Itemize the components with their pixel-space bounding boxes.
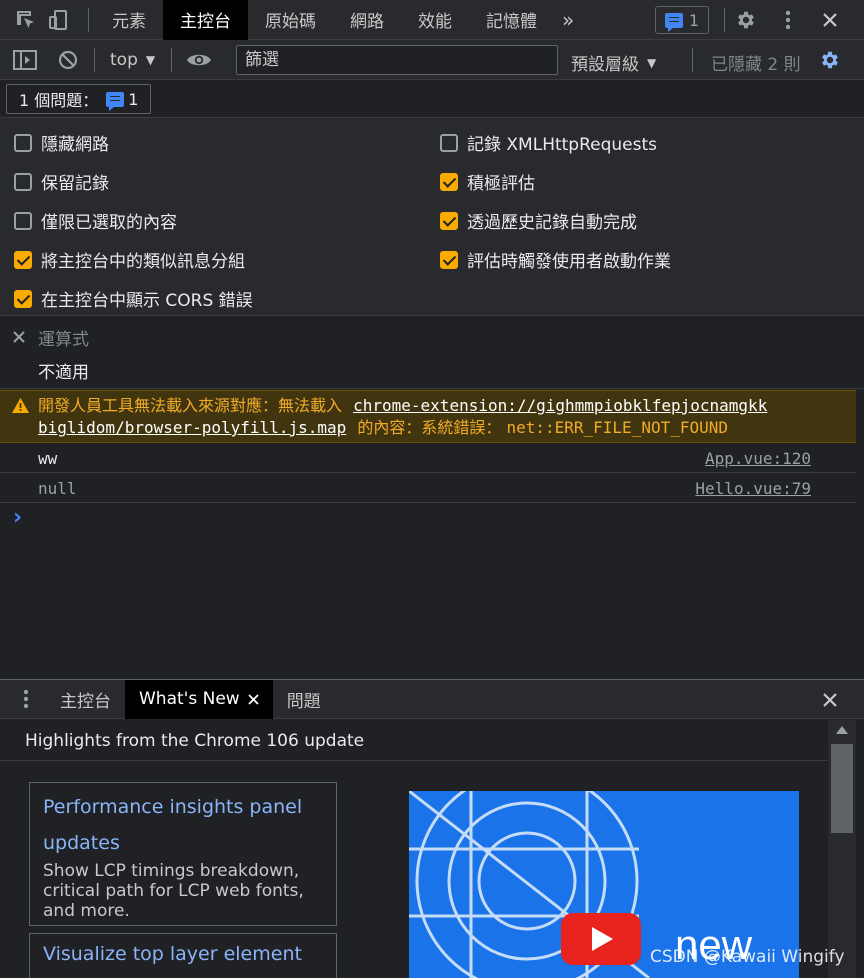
gear-icon[interactable]	[733, 8, 759, 32]
tab-sources[interactable]: 原始碼	[248, 0, 333, 40]
more-tabs-button[interactable]: »	[554, 0, 582, 40]
checkbox-label: 將主控台中的類似訊息分組	[41, 252, 245, 272]
console-warning-message: 開發人員工具無法載入來源對應：無法載入 chrome-extension://g…	[0, 390, 856, 443]
prompt-chevron-icon: ›	[13, 505, 23, 530]
drawer-tab-issues[interactable]: 問題	[273, 680, 335, 719]
kebab-menu-icon[interactable]	[776, 8, 800, 32]
drawer-tab-label: What's New	[139, 689, 240, 709]
tab-elements[interactable]: 元素	[95, 0, 163, 40]
source-map-link[interactable]: chrome-extension://gighmmpiobklfepjocnam…	[353, 396, 767, 415]
tab-console[interactable]: 主控台	[163, 0, 248, 40]
log-source-link[interactable]: Hello.vue:79	[695, 479, 811, 498]
eager-evaluation-checkbox[interactable]: 積極評估	[440, 169, 535, 194]
live-expression: 運算式 不適用	[0, 317, 864, 389]
console-log-row: ww App.vue:120	[0, 444, 856, 473]
message-icon	[664, 12, 683, 32]
log-message: ww	[38, 449, 58, 468]
inspect-element-icon[interactable]	[10, 0, 42, 40]
filter-input[interactable]	[236, 45, 558, 75]
error-code: net::ERR_FILE_NOT_FOUND	[506, 418, 729, 437]
remove-expression-icon[interactable]	[12, 330, 26, 344]
issues-label: 1 個問題：	[19, 91, 99, 110]
watermark: CSDN @Kawaii Wingify	[650, 947, 845, 967]
log-xhr-checkbox[interactable]: 記錄 XMLHttpRequests	[440, 130, 657, 155]
checkbox-label: 在主控台中顯示 CORS 錯誤	[41, 291, 253, 311]
checkbox-box[interactable]	[14, 133, 32, 152]
sidebar-toggle-icon[interactable]	[12, 49, 38, 71]
group-similar-checkbox[interactable]: 將主控台中的類似訊息分組	[14, 247, 245, 272]
checkbox-label: 積極評估	[467, 174, 535, 194]
log-levels-value: 預設層級	[571, 55, 639, 75]
drawer-menu-icon[interactable]	[6, 680, 46, 719]
issues-bar: 1 個問題： 1	[0, 80, 864, 118]
drawer-tab-console[interactable]: 主控台	[46, 680, 125, 719]
dropdown-arrow-icon: ▼	[647, 55, 657, 70]
autocomplete-history-checkbox[interactable]: 透過歷史記錄自動完成	[440, 208, 637, 233]
warning-text-mid: 的內容：系統錯誤：	[357, 418, 502, 437]
hidden-messages-count: 已隱藏 2 則	[711, 55, 801, 75]
context-selector[interactable]: top ▼	[110, 50, 155, 70]
checkbox-label: 記錄 XMLHttpRequests	[467, 135, 658, 155]
drawer-tabbar: 主控台 What's New 問題	[0, 679, 864, 719]
dropdown-arrow-icon: ▼	[145, 53, 156, 67]
feature-card-title[interactable]: Performance insights panel updates	[43, 789, 323, 861]
device-toolbar-icon[interactable]	[42, 0, 74, 40]
context-selector-value: top	[110, 50, 138, 70]
feature-card[interactable]: Performance insights panel updates Show …	[29, 782, 337, 926]
issues-counter-button[interactable]: 1	[655, 6, 709, 34]
checkbox-box[interactable]	[440, 172, 458, 191]
log-levels-dropdown[interactable]: 預設層級 ▼	[571, 50, 656, 75]
hide-network-checkbox[interactable]: 隱藏網路	[14, 130, 109, 155]
source-map-link-continued[interactable]: biglidom/browser-polyfill.js.map	[38, 418, 346, 437]
close-devtools-icon[interactable]	[818, 8, 842, 32]
issues-count: 1	[128, 89, 139, 109]
console-prompt-area[interactable]: ›	[0, 504, 856, 679]
eye-icon[interactable]	[186, 50, 212, 70]
feature-card[interactable]: Visualize top layer element in	[29, 933, 337, 978]
drawer-tab-whats-new[interactable]: What's New	[125, 679, 273, 719]
tab-memory[interactable]: 記憶體	[469, 0, 554, 40]
scrollbar-thumb[interactable]	[831, 744, 853, 833]
open-issues-button[interactable]: 1 個問題： 1	[6, 84, 152, 114]
expression-label[interactable]: 運算式	[38, 325, 89, 350]
console-log-row: null Hello.vue:79	[0, 474, 856, 503]
checkbox-box[interactable]	[440, 133, 458, 152]
selected-context-only-checkbox[interactable]: 僅限已選取的內容	[14, 208, 177, 233]
checkbox-box[interactable]	[14, 211, 32, 230]
warning-text: 開發人員工具無法載入來源對應：無法載入	[38, 396, 343, 415]
checkbox-box[interactable]	[14, 172, 32, 191]
tab-network[interactable]: 網路	[333, 0, 401, 40]
devtools-main-toolbar: 元素 主控台 原始碼 網路 效能 記憶體 » 1	[0, 0, 864, 40]
close-tab-icon[interactable]	[248, 693, 259, 705]
scroll-up-arrow-icon[interactable]	[836, 726, 848, 734]
checkbox-label: 透過歷史記錄自動完成	[467, 213, 637, 233]
checkbox-box[interactable]	[440, 250, 458, 269]
message-icon	[106, 91, 125, 111]
log-source-link[interactable]: App.vue:120	[705, 449, 811, 468]
checkbox-label: 評估時觸發使用者啟動作業	[467, 252, 671, 272]
feature-card-description: Show LCP timings breakdown, critical pat…	[43, 861, 304, 921]
expression-value: 不適用	[38, 363, 89, 383]
log-message: null	[38, 479, 77, 498]
console-settings-pane: 隱藏網路 保留記錄 僅限已選取的內容 將主控台中的類似訊息分組 在主控台中顯示 …	[0, 118, 864, 316]
checkbox-box[interactable]	[440, 211, 458, 230]
close-drawer-icon[interactable]	[818, 688, 842, 712]
checkbox-label: 保留記錄	[41, 174, 109, 194]
console-settings-gear-icon[interactable]	[818, 48, 842, 72]
issues-counter-value: 1	[688, 10, 700, 30]
tab-performance[interactable]: 效能	[401, 0, 469, 40]
preserve-log-checkbox[interactable]: 保留記錄	[14, 169, 109, 194]
checkbox-box[interactable]	[14, 289, 32, 308]
show-cors-errors-checkbox[interactable]: 在主控台中顯示 CORS 錯誤	[14, 286, 253, 311]
whats-new-header: Highlights from the Chrome 106 update	[0, 720, 828, 761]
checkbox-box[interactable]	[14, 250, 32, 269]
clear-console-icon[interactable]	[57, 49, 79, 71]
checkbox-label: 僅限已選取的內容	[41, 213, 177, 233]
feature-card-title[interactable]: Visualize top layer element in	[43, 936, 323, 978]
checkbox-label: 隱藏網路	[41, 135, 109, 155]
user-activation-checkbox[interactable]: 評估時觸發使用者啟動作業	[440, 247, 671, 272]
warning-icon	[11, 397, 29, 413]
